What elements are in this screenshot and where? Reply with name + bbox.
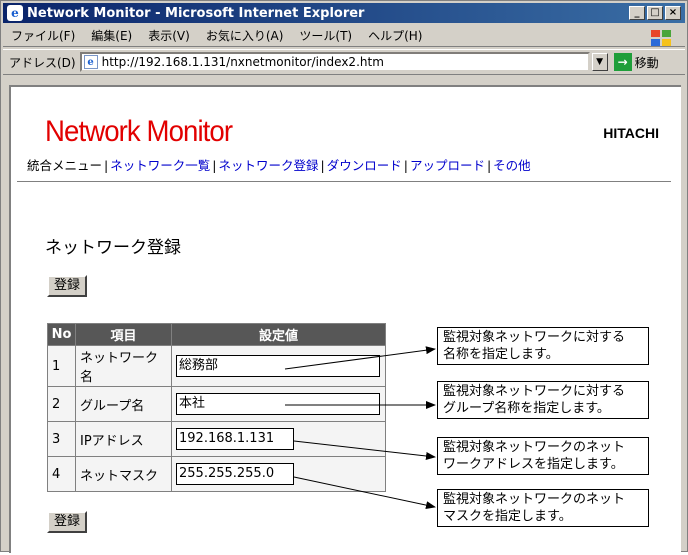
nav-download[interactable]: ダウンロード xyxy=(327,158,402,173)
menu-tools[interactable]: ツール(T) xyxy=(291,27,360,44)
callout-text: 名称を指定します。 xyxy=(443,347,559,362)
address-label: アドレス(D) xyxy=(9,55,76,70)
windows-logo-icon xyxy=(651,30,671,46)
register-button-bottom[interactable]: 登録 xyxy=(47,511,88,533)
callout-text: グループ名称を指定します。 xyxy=(443,401,610,416)
col-header-no: No xyxy=(47,323,76,346)
callout-network-name: 監視対象ネットワークに対する 名称を指定します。 xyxy=(437,327,649,365)
nav-integrated-menu[interactable]: 統合メニュー xyxy=(27,158,102,173)
netmask-input[interactable]: 255.255.255.0 xyxy=(176,463,294,485)
hitachi-logo: HITACHI xyxy=(603,125,659,141)
table-row: 3 IPアドレス 192.168.1.131 xyxy=(47,421,386,457)
callout-netmask: 監視対象ネットワークのネット マスクを指定します。 xyxy=(437,489,649,527)
go-button[interactable]: → 移動 xyxy=(613,53,659,71)
go-label: 移動 xyxy=(634,55,659,70)
group-name-input[interactable]: 本社 xyxy=(176,393,380,415)
title-bar: e Network Monitor - Microsoft Internet E… xyxy=(3,3,685,23)
menu-favorites[interactable]: お気に入り(A) xyxy=(198,27,292,44)
settings-table: No 項目 設定値 1 ネットワーク名 総務部 2 グループ名 本社 3 IPア… xyxy=(47,323,386,492)
row-item: グループ名 xyxy=(75,386,172,422)
minimize-button[interactable]: _ xyxy=(629,6,645,20)
callout-group-name: 監視対象ネットワークに対する グループ名称を指定します。 xyxy=(437,381,649,419)
nav-network-list[interactable]: ネットワーク一覧 xyxy=(110,158,210,173)
nav-other[interactable]: その他 xyxy=(493,158,531,173)
address-dropdown-button[interactable]: ▼ xyxy=(591,53,608,71)
page-icon: e xyxy=(83,55,98,69)
close-button[interactable]: × xyxy=(665,6,681,20)
table-row: 1 ネットワーク名 総務部 xyxy=(47,345,386,387)
address-bar: アドレス(D) e http://192.168.1.131/nxnetmoni… xyxy=(3,49,685,75)
ip-address-input[interactable]: 192.168.1.131 xyxy=(176,428,294,450)
address-url: http://192.168.1.131/nxnetmonitor/index2… xyxy=(101,55,384,69)
table-header-row: No 項目 設定値 xyxy=(47,323,386,346)
col-header-item: 項目 xyxy=(75,323,172,346)
row-item: ネットマスク xyxy=(75,456,172,492)
table-row: 2 グループ名 本社 xyxy=(47,386,386,422)
ie-icon: e xyxy=(7,5,23,21)
menu-file[interactable]: ファイル(F) xyxy=(3,27,83,44)
menu-edit[interactable]: 編集(E) xyxy=(83,27,140,44)
callout-text: ワークアドレスを指定します。 xyxy=(443,457,624,472)
go-arrow-icon: → xyxy=(613,53,632,71)
nav-menu: 統合メニュー | ネットワーク一覧 | ネットワーク登録 | ダウンロード | アップロード | そ… xyxy=(27,158,531,173)
nav-network-register[interactable]: ネットワーク登録 xyxy=(218,158,318,173)
table-row: 4 ネットマスク 255.255.255.0 xyxy=(47,456,386,492)
callout-text: マスクを指定します。 xyxy=(443,509,572,524)
callout-text: 監視対象ネットワークのネット xyxy=(443,440,626,455)
maximize-button[interactable]: □ xyxy=(647,6,663,20)
window-title: Network Monitor - Microsoft Internet Exp… xyxy=(27,5,365,21)
row-no: 1 xyxy=(47,345,76,387)
col-header-value: 設定値 xyxy=(171,323,386,346)
page-content: Network Monitor HITACHI 統合メニュー | ネットワーク一覧 |… xyxy=(9,85,681,553)
row-item: ネットワーク名 xyxy=(75,345,172,387)
register-button-top[interactable]: 登録 xyxy=(47,275,88,297)
address-input[interactable]: e http://192.168.1.131/nxnetmonitor/inde… xyxy=(79,52,590,72)
row-no: 2 xyxy=(47,386,76,422)
network-monitor-logo: Network Monitor xyxy=(45,115,233,148)
browser-window: e Network Monitor - Microsoft Internet E… xyxy=(0,0,688,553)
row-no: 4 xyxy=(47,456,76,492)
menu-help[interactable]: ヘルプ(H) xyxy=(360,27,430,44)
callout-ip-address: 監視対象ネットワークのネット ワークアドレスを指定します。 xyxy=(437,437,649,475)
row-no: 3 xyxy=(47,421,76,457)
menu-bar: ファイル(F) 編集(E) 表示(V) お気に入り(A) ツール(T) ヘルプ(… xyxy=(3,25,685,47)
row-item: IPアドレス xyxy=(75,421,172,457)
divider xyxy=(17,181,671,182)
nav-upload[interactable]: アップロード xyxy=(410,158,485,173)
callout-text: 監視対象ネットワークのネット xyxy=(443,492,626,507)
callout-text: 監視対象ネットワークに対する xyxy=(443,384,626,399)
page-title: ネットワーク登録 xyxy=(45,238,181,258)
menu-view[interactable]: 表示(V) xyxy=(140,27,198,44)
network-name-input[interactable]: 総務部 xyxy=(176,355,380,377)
callout-text: 監視対象ネットワークに対する xyxy=(443,330,626,345)
